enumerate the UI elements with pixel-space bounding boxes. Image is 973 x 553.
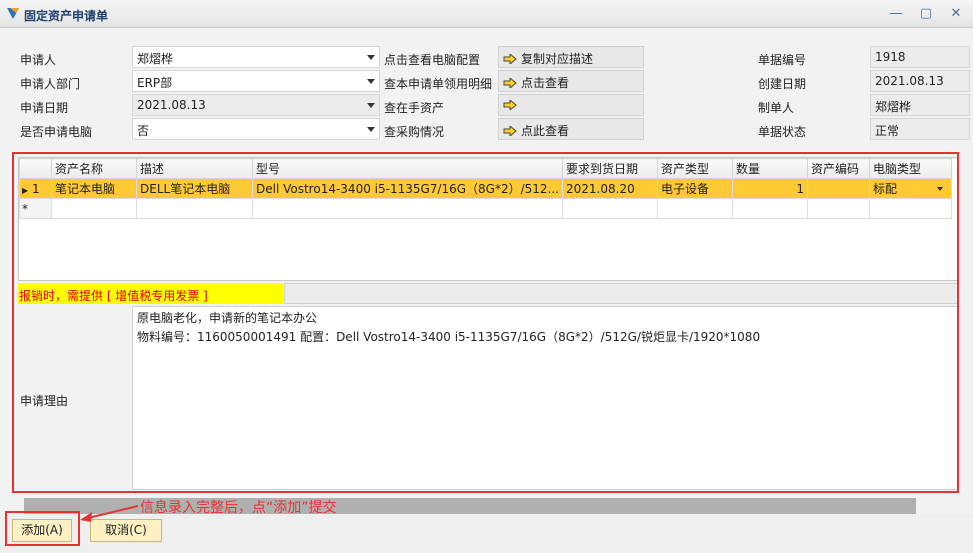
- dept-label: 申请人部门: [20, 77, 81, 91]
- column-header[interactable]: 描述: [136, 158, 253, 179]
- arrow-right-icon: [503, 78, 517, 88]
- reason-line: 物料编号：1160050001491 配置：Dell Vostro14-3400…: [137, 330, 761, 344]
- invoice-notice: 报销时，需提供 [ 增值税专用发票 ]: [18, 283, 283, 304]
- chevron-down-icon: [937, 187, 943, 191]
- header-form: 申请人 郑熠桦 申请人部门 ERP部 申请日期 2021.08.13 是否申请电…: [8, 36, 973, 148]
- status-label: 单据状态: [758, 125, 807, 139]
- arrow-right-icon: [503, 126, 517, 136]
- created-field: 2021.08.13: [870, 70, 970, 92]
- new-cell[interactable]: [807, 198, 870, 219]
- view-details-button-label: 点击查看: [521, 76, 570, 90]
- table-row[interactable]: ▶ 1 笔记本电脑 DELL笔记本电脑 Dell Vostro14-3400 i…: [19, 178, 952, 199]
- arrow-right-icon: [503, 100, 517, 110]
- new-cell[interactable]: [136, 198, 253, 219]
- app-logo-icon: [7, 8, 19, 19]
- new-cell[interactable]: [51, 198, 137, 219]
- computer-value: 否: [137, 124, 150, 138]
- assets-label: 查在手资产: [384, 101, 445, 115]
- date-value: 2021.08.13: [137, 98, 206, 112]
- applicant-value: 郑熠桦: [137, 52, 174, 66]
- column-header[interactable]: 资产名称: [51, 158, 137, 179]
- cell-asset-type[interactable]: 电子设备: [657, 178, 733, 199]
- view-purchase-button[interactable]: 点此查看: [498, 118, 644, 140]
- doc-no-label: 单据编号: [758, 53, 807, 67]
- dept-dropdown[interactable]: ERP部: [132, 70, 380, 92]
- reason-textarea[interactable]: 原电脑老化，申请新的笔记本办公 物料编号：1160050001491 配置：De…: [132, 306, 958, 490]
- new-cell[interactable]: [869, 198, 952, 219]
- chevron-down-icon: [367, 103, 375, 108]
- invoice-notice-text: 报销时，需提供 [ 增值税专用发票 ]: [19, 289, 208, 303]
- cell-asset-code[interactable]: [807, 178, 870, 199]
- new-row[interactable]: *: [19, 198, 952, 219]
- cell-asset-name[interactable]: 笔记本电脑: [51, 178, 137, 199]
- column-header[interactable]: 型号: [252, 158, 563, 179]
- column-header[interactable]: 资产类型: [657, 158, 733, 179]
- row-pointer-icon: ▶: [22, 185, 29, 195]
- new-cell[interactable]: [732, 198, 808, 219]
- copy-description-label: 复制对应描述: [521, 52, 594, 66]
- date-label: 申请日期: [20, 101, 69, 115]
- purchase-label: 查采购情况: [384, 125, 445, 139]
- chevron-down-icon: [367, 55, 375, 60]
- reason-line: 原电脑老化，申请新的笔记本办公: [137, 311, 318, 325]
- maker-label: 制单人: [758, 101, 795, 115]
- annotation-text: 信息录入完整后，点“添加”提交: [140, 500, 337, 516]
- reason-label: 申请理由: [20, 394, 69, 408]
- status-value: 正常: [875, 124, 900, 138]
- doc-no-field: 1918: [870, 46, 970, 68]
- cell-pc-type[interactable]: 标配: [869, 178, 952, 199]
- computer-label: 是否申请电脑: [20, 125, 93, 139]
- column-header[interactable]: 资产编码: [807, 158, 870, 179]
- maker-value: 郑熠桦: [875, 100, 912, 114]
- chevron-down-icon: [367, 127, 375, 132]
- new-cell[interactable]: [657, 198, 733, 219]
- dept-value: ERP部: [137, 76, 173, 90]
- date-dropdown[interactable]: 2021.08.13: [132, 94, 380, 116]
- new-cell[interactable]: [252, 198, 563, 219]
- column-header[interactable]: 电脑类型: [869, 158, 952, 179]
- pc-type-value: 标配: [873, 182, 898, 196]
- close-button[interactable]: ✕: [946, 4, 966, 24]
- applicant-dropdown[interactable]: 郑熠桦: [132, 46, 380, 68]
- minimize-button[interactable]: —: [886, 4, 906, 24]
- callout-arrow-icon: [80, 505, 139, 522]
- column-header-rowhead: [19, 158, 52, 179]
- view-purchase-button-label: 点此查看: [521, 124, 570, 138]
- row-indicator[interactable]: ▶ 1: [19, 178, 52, 199]
- created-value: 2021.08.13: [875, 74, 944, 88]
- maker-field: 郑熠桦: [870, 94, 970, 116]
- detail-table: 资产名称 描述 型号 要求到货日期 资产类型 数量 资产编码 电脑类型 ▶ 1 …: [19, 158, 952, 219]
- applicant-label: 申请人: [20, 53, 57, 67]
- column-header[interactable]: 数量: [732, 158, 808, 179]
- window-title: 固定资产申请单: [24, 9, 109, 23]
- notice-filler: [284, 283, 958, 304]
- cell-due-date[interactable]: 2021.08.20: [562, 178, 658, 199]
- arrow-right-icon: [503, 54, 517, 64]
- new-row-marker: *: [19, 198, 52, 219]
- add-button[interactable]: 添加(A): [12, 519, 72, 542]
- created-label: 创建日期: [758, 77, 807, 91]
- title-bar: 固定资产申请单 — ▢ ✕: [0, 0, 973, 28]
- cell-description[interactable]: DELL笔记本电脑: [136, 178, 253, 199]
- cell-model[interactable]: Dell Vostro14-3400 i5-1135G7/16G（8G*2）/5…: [252, 178, 563, 199]
- copy-description-button[interactable]: 复制对应描述: [498, 46, 644, 68]
- status-field: 正常: [870, 118, 970, 140]
- view-details-button[interactable]: 点击查看: [498, 70, 644, 92]
- row-index: 1: [31, 181, 40, 196]
- view-details-label: 查本申请单领用明细: [384, 77, 493, 91]
- cell-quantity[interactable]: 1: [732, 178, 808, 199]
- computer-dropdown[interactable]: 否: [132, 118, 380, 140]
- maximize-button[interactable]: ▢: [916, 4, 936, 24]
- new-cell[interactable]: [562, 198, 658, 219]
- table-header-row: 资产名称 描述 型号 要求到货日期 资产类型 数量 资产编码 电脑类型: [19, 158, 952, 179]
- view-config-label: 点击查看电脑配置: [384, 53, 481, 67]
- detail-grid: 资产名称 描述 型号 要求到货日期 资产类型 数量 资产编码 电脑类型 ▶ 1 …: [18, 157, 958, 281]
- doc-no-value: 1918: [875, 50, 906, 64]
- column-header[interactable]: 要求到货日期: [562, 158, 658, 179]
- view-assets-button[interactable]: [498, 94, 644, 116]
- chevron-down-icon: [367, 79, 375, 84]
